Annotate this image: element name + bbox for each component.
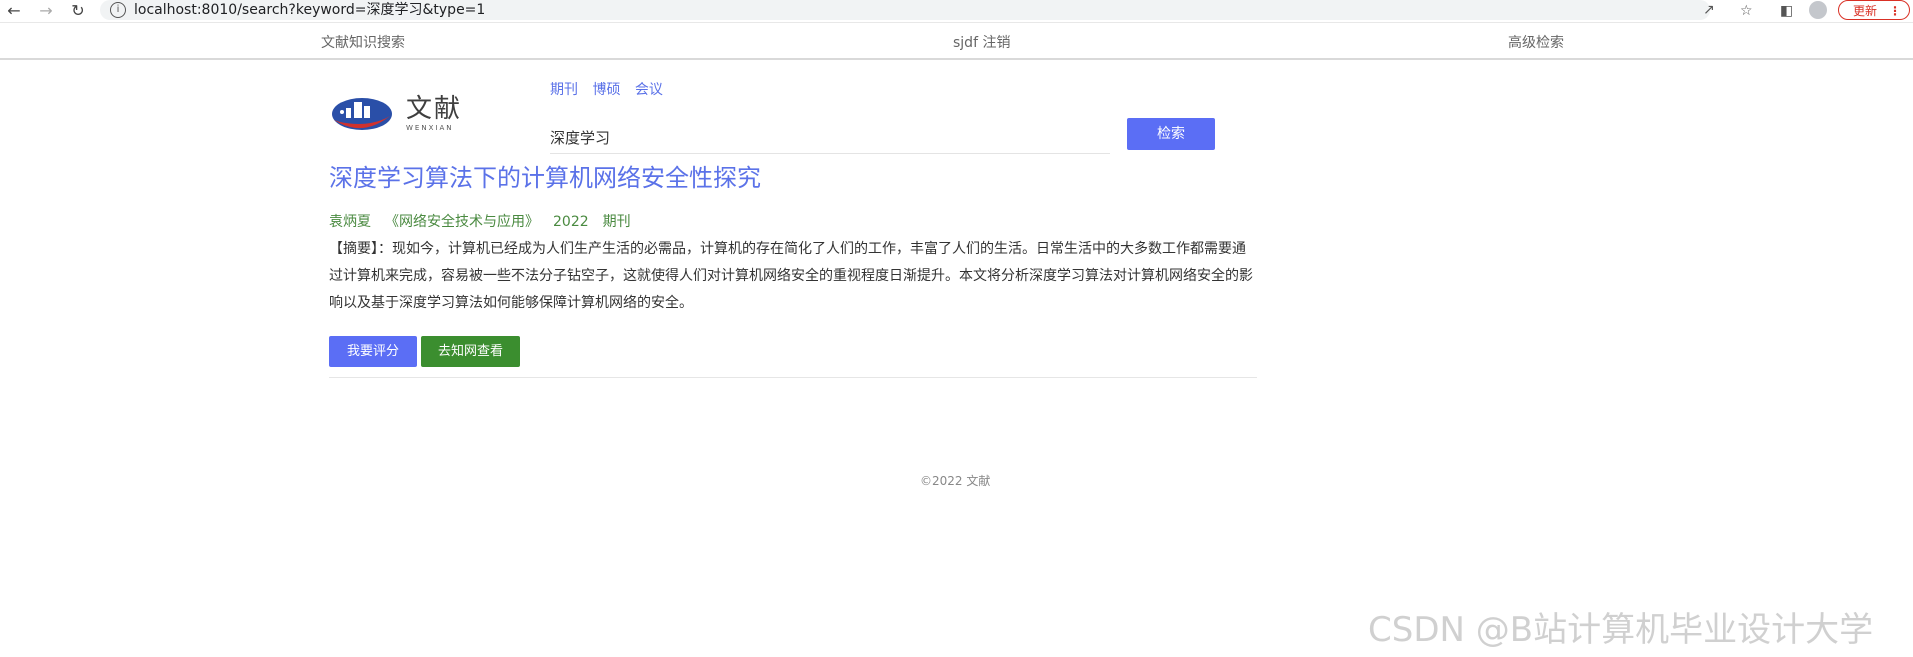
back-icon[interactable]: ← (4, 1, 24, 21)
result-divider (329, 377, 1257, 378)
bookmark-star-icon[interactable]: ☆ (1740, 1, 1753, 21)
logo-subtitle: WENXIAN (406, 124, 454, 132)
page-footer: ©2022 文献 (920, 474, 991, 488)
search-button[interactable]: 检索 (1127, 118, 1215, 150)
type-tabs: 期刊 博硕 会议 (550, 79, 673, 99)
site-logo: 文献 WENXIAN (330, 92, 480, 134)
search-input[interactable] (550, 121, 1110, 154)
tab-thesis[interactable]: 博硕 (592, 82, 620, 98)
share-icon[interactable]: ↗ (1703, 1, 1715, 19)
forward-icon[interactable]: → (36, 1, 56, 21)
profile-avatar[interactable] (1809, 1, 1827, 19)
result-journal[interactable]: 《网络安全技术与应用》 (385, 214, 539, 230)
result-year: 2022 (553, 214, 589, 230)
result-title-link[interactable]: 深度学习算法下的计算机网络安全性探究 (329, 161, 761, 195)
result-type: 期刊 (602, 214, 631, 230)
update-button[interactable]: 更新 ⋮ (1838, 0, 1910, 20)
nav-home-link[interactable]: 文献知识搜索 (321, 34, 405, 52)
address-bar[interactable]: i localhost:8010/search?keyword=深度学习&typ… (100, 0, 1715, 20)
reload-icon[interactable]: ↻ (68, 1, 88, 21)
url-text[interactable]: localhost:8010/search?keyword=深度学习&type=… (134, 1, 485, 19)
result-abstract: 【摘要】：现如今，计算机已经成为人们生产生活的必需品，计算机的存在简化了人们的工… (329, 241, 1253, 311)
result-author[interactable]: 袁炳夏 (329, 214, 371, 230)
browser-toolbar: ← → ↻ i localhost:8010/search?keyword=深度… (0, 0, 1913, 23)
logo-emblem-icon (332, 98, 392, 130)
site-top-nav: 文献知识搜索 sjdf 注销 高级检索 (0, 30, 1913, 60)
side-panel-icon[interactable]: ◧ (1780, 1, 1793, 21)
site-info-icon[interactable]: i (110, 2, 126, 18)
view-on-cnki-button[interactable]: 去知网查看 (421, 336, 520, 367)
logo-title: 文献 (406, 94, 463, 124)
tab-journal[interactable]: 期刊 (550, 82, 578, 98)
result-meta: 袁炳夏 《网络安全技术与应用》 2022 期刊 (329, 212, 645, 232)
tab-conference[interactable]: 会议 (635, 82, 663, 98)
rate-button[interactable]: 我要评分 (329, 336, 417, 367)
menu-dots-icon: ⋮ (1889, 4, 1901, 18)
update-label: 更新 (1853, 4, 1878, 18)
nav-advanced-search[interactable]: 高级检索 (1508, 34, 1564, 52)
csdn-watermark: CSDN @B站计算机毕业设计大学 (1368, 610, 1874, 650)
nav-user-logout[interactable]: sjdf 注销 (953, 34, 1010, 52)
